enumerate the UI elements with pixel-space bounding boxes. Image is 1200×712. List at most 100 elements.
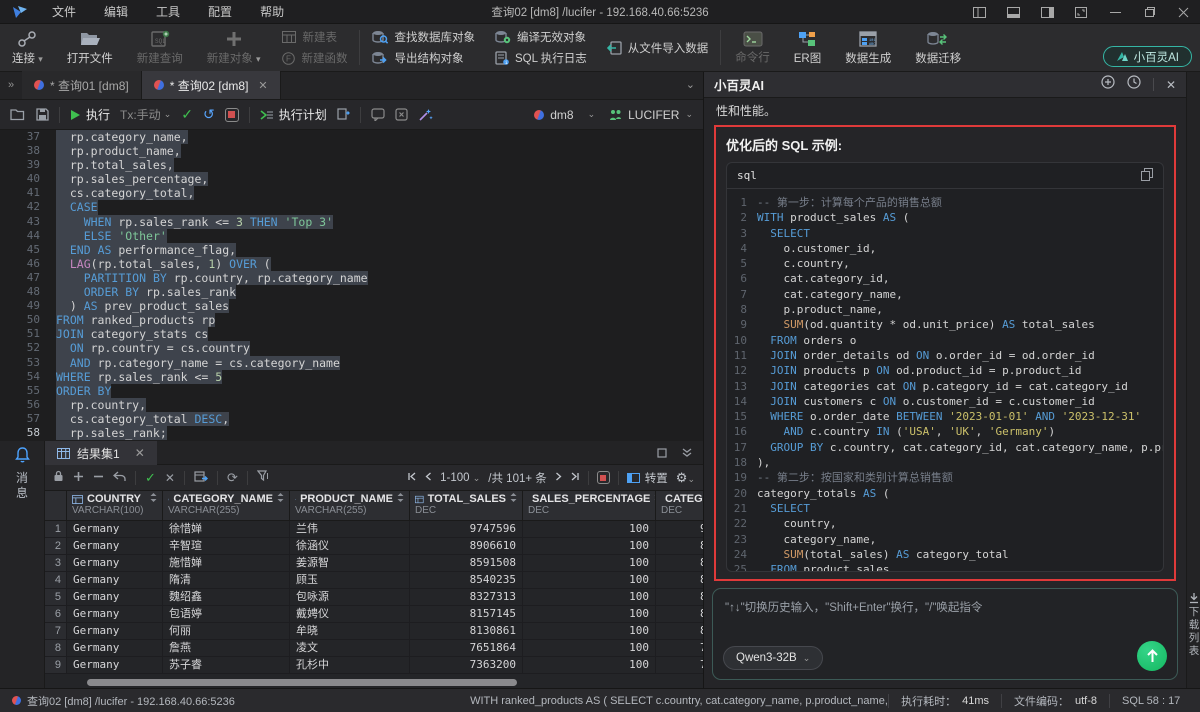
find-db-object-button[interactable]: 查找数据库对象 xyxy=(372,28,475,46)
table-cell[interactable]: 7 xyxy=(656,657,703,673)
table-cell[interactable]: 8 xyxy=(656,572,703,588)
table-row[interactable]: 6Germany包语婷戴娉仪81571451008 xyxy=(45,606,703,623)
table-cell[interactable]: 戴娉仪 xyxy=(290,606,410,622)
send-button[interactable] xyxy=(1137,641,1167,671)
float-panel-icon[interactable] xyxy=(657,445,667,463)
new-table-button[interactable]: 新建表 xyxy=(282,28,347,46)
table-cell[interactable]: 隋清 xyxy=(163,572,290,588)
table-cell[interactable]: 9747596 xyxy=(410,521,523,537)
db-selector[interactable]: dm8⌄ xyxy=(534,108,595,122)
table-cell[interactable]: 9 xyxy=(45,657,67,673)
table-cell[interactable]: 100 xyxy=(523,606,656,622)
tab-close-icon[interactable]: ✕ xyxy=(258,79,267,92)
schema-selector[interactable]: LUCIFER⌄ xyxy=(609,108,693,122)
revert-icon[interactable] xyxy=(113,469,126,487)
stop-icon[interactable] xyxy=(225,108,239,122)
connect-button[interactable]: 连接 ▾ xyxy=(0,24,55,71)
table-cell[interactable]: 詹燕 xyxy=(163,640,290,656)
table-row[interactable]: 2Germany辛智瑄徐涵仪89066101008 xyxy=(45,538,703,555)
table-cell[interactable]: 3 xyxy=(45,555,67,571)
table-cell[interactable]: 100 xyxy=(523,589,656,605)
ai-input-box[interactable]: "↑↓"切换历史输入，"Shift+Enter"换行，"/"唤起指令 Qwen3… xyxy=(712,588,1178,680)
last-page-icon[interactable] xyxy=(570,472,580,484)
sort-icon[interactable] xyxy=(397,493,404,502)
prev-page-icon[interactable] xyxy=(425,472,432,484)
editor-line[interactable]: 49 ) AS prev_product_sales xyxy=(0,299,703,313)
editor-line[interactable]: 48 ORDER BY rp.sales_rank xyxy=(0,285,703,299)
table-cell[interactable]: 100 xyxy=(523,555,656,571)
fullscreen-icon[interactable] xyxy=(1064,0,1098,24)
expand-panel-icon[interactable]: » xyxy=(0,71,22,99)
export-struct-button[interactable]: 导出结构对象 xyxy=(372,49,475,67)
ai-wand-icon[interactable] xyxy=(418,108,433,122)
lock-icon[interactable] xyxy=(53,469,64,487)
table-cell[interactable]: Germany xyxy=(67,589,163,605)
editor-line[interactable]: 58 rp.sales_rank; xyxy=(0,426,703,440)
table-cell[interactable]: 9 xyxy=(656,521,703,537)
ai-assistant-button[interactable]: 小百灵AI xyxy=(1103,46,1192,67)
page-range-select[interactable]: 1-100 ⌄ xyxy=(440,472,480,484)
result-tab-close-icon[interactable]: ✕ xyxy=(135,446,145,460)
table-cell[interactable]: 8591508 xyxy=(410,555,523,571)
table-cell[interactable]: 孔杉中 xyxy=(290,657,410,673)
editor-line[interactable]: 55ORDER BY xyxy=(0,384,703,398)
sql-editor[interactable]: 37 rp.category_name,38 rp.product_name,3… xyxy=(0,130,703,441)
stop-fetch-icon[interactable] xyxy=(597,471,610,484)
menu-item-1[interactable]: 编辑 xyxy=(90,5,142,19)
editor-line[interactable]: 52 ON rp.country = cs.country xyxy=(0,341,703,355)
table-cell[interactable]: 顾玉 xyxy=(290,572,410,588)
new-chat-icon[interactable] xyxy=(1101,75,1115,94)
table-cell[interactable]: 姜源智 xyxy=(290,555,410,571)
discard-changes-icon[interactable]: ✕ xyxy=(165,471,175,485)
editor-line[interactable]: 43 WHEN rp.sales_rank <= 3 THEN 'Top 3' xyxy=(0,215,703,229)
open-icon[interactable] xyxy=(10,108,26,121)
table-cell[interactable]: 包咏源 xyxy=(290,589,410,605)
filter-icon[interactable] xyxy=(257,469,269,487)
editor-line[interactable]: 37 rp.category_name, xyxy=(0,130,703,144)
new-query-button[interactable]: SQL 新建查询 xyxy=(125,24,195,71)
table-cell[interactable]: 魏绍鑫 xyxy=(163,589,290,605)
table-cell[interactable]: 100 xyxy=(523,657,656,673)
table-cell[interactable]: 2 xyxy=(45,538,67,554)
table-cell[interactable]: 兰伟 xyxy=(290,521,410,537)
model-selector[interactable]: Qwen3-32B⌄ xyxy=(723,646,823,670)
compile-invalid-button[interactable]: 编译无效对象 xyxy=(495,28,587,46)
table-cell[interactable]: 100 xyxy=(523,538,656,554)
table-cell[interactable]: Germany xyxy=(67,555,163,571)
table-cell[interactable]: 100 xyxy=(523,623,656,639)
editor-line[interactable]: 44 ELSE 'Other' xyxy=(0,229,703,243)
data-migrate-button[interactable]: 数据迁移 xyxy=(903,24,973,71)
table-cell[interactable]: 8906610 xyxy=(410,538,523,554)
tab-overflow-icon[interactable]: ⌄ xyxy=(686,78,695,91)
grid-settings-icon[interactable]: ⚙⌄ xyxy=(676,470,695,486)
table-cell[interactable]: 100 xyxy=(523,521,656,537)
result-grid[interactable]: COUNTRYVARCHAR(100)CATEGORY_NAMEVARCHAR(… xyxy=(45,491,703,688)
column-header-sales_percentage[interactable]: SALES_PERCENTAGEDEC xyxy=(523,491,656,520)
ai-close-icon[interactable]: ✕ xyxy=(1166,78,1176,92)
editor-line[interactable]: 39 rp.total_sales, xyxy=(0,158,703,172)
table-cell[interactable]: 5 xyxy=(45,589,67,605)
table-cell[interactable]: Germany xyxy=(67,521,163,537)
editor-line[interactable]: 50FROM ranked_products rp xyxy=(0,313,703,327)
editor-line[interactable]: 45 END AS performance_flag, xyxy=(0,243,703,257)
cursor-position[interactable]: SQL 58 : 17 xyxy=(1110,689,1200,712)
table-cell[interactable]: 凌文 xyxy=(290,640,410,656)
sql-log-button[interactable]: i SQL 执行日志 xyxy=(495,49,587,67)
table-cell[interactable]: 8157145 xyxy=(410,606,523,622)
editor-line[interactable]: 54WHERE rp.sales_rank <= 5 xyxy=(0,370,703,384)
er-diagram-button[interactable]: ER图 xyxy=(782,24,833,71)
table-cell[interactable]: 8 xyxy=(656,538,703,554)
table-cell[interactable]: 6 xyxy=(45,606,67,622)
layout-right-icon[interactable] xyxy=(1030,0,1064,24)
rollback-icon[interactable]: ↺ xyxy=(203,106,215,123)
menu-item-0[interactable]: 文件 xyxy=(38,5,90,19)
column-header-total_sales[interactable]: TOTAL_SALESDEC xyxy=(410,491,523,520)
table-cell[interactable]: 8 xyxy=(656,589,703,605)
table-row[interactable]: 5Germany魏绍鑫包咏源83273131008 xyxy=(45,589,703,606)
table-cell[interactable]: 徐涵仪 xyxy=(290,538,410,554)
table-cell[interactable]: 施惜婵 xyxy=(163,555,290,571)
table-cell[interactable]: Germany xyxy=(67,640,163,656)
table-cell[interactable]: Germany xyxy=(67,606,163,622)
table-cell[interactable]: Germany xyxy=(67,538,163,554)
history-icon[interactable] xyxy=(1127,75,1141,94)
